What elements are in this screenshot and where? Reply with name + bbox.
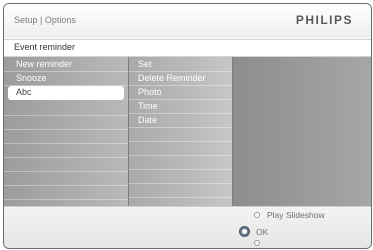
ok-button-icon[interactable] (239, 226, 250, 237)
menu-empty-row (4, 116, 128, 130)
menu-empty-row (129, 128, 232, 142)
menu-item-label: Snooze (16, 73, 47, 83)
down-control-icon (254, 240, 260, 246)
menu-item-label: Photo (138, 87, 162, 97)
menu-empty-row (4, 158, 128, 172)
menu-item-snooze[interactable]: Snooze (4, 72, 128, 86)
menu-item-label: Date (138, 115, 158, 125)
menu-item-new-reminder[interactable]: New reminder (4, 58, 128, 72)
menu-empty-row (4, 130, 128, 144)
menu-empty-row (129, 156, 232, 170)
menu-empty-row (129, 170, 232, 184)
menu-item-label: Time (138, 101, 158, 111)
menu-item-label: Delete Reminder (138, 73, 206, 83)
menu-item-abc[interactable]: Abc (8, 86, 124, 100)
play-slideshow-hint: Play Slideshow (267, 210, 325, 220)
up-control-icon (254, 212, 260, 218)
menu-item-label: New reminder (16, 59, 73, 69)
menu-item-photo[interactable]: Photo (129, 86, 232, 100)
menu-item-delete-reminder[interactable]: Delete Reminder (129, 72, 232, 86)
ok-hint: OK (256, 227, 269, 237)
breadcrumb: Setup | Options (14, 15, 76, 25)
menu-empty-row (4, 102, 128, 116)
menu-item-time[interactable]: Time (129, 100, 232, 114)
menu-title: Event reminder (14, 42, 76, 52)
menu-empty-row (4, 186, 128, 200)
menu-column-2: Set Delete Reminder Photo Time Date (128, 57, 233, 206)
header-bar: Setup | Options PHILIPS (4, 4, 371, 38)
control-hints-bar: Play Slideshow OK (4, 206, 371, 248)
brand-logo: PHILIPS (295, 13, 353, 27)
menu-empty-row (4, 172, 128, 186)
menu-empty-row (129, 142, 232, 156)
menu-item-set[interactable]: Set (129, 58, 232, 72)
menu-empty-row (4, 144, 128, 158)
menu-title-bar: Event reminder (4, 39, 371, 57)
menu-empty-row (129, 184, 232, 198)
menu-item-label: Abc (16, 87, 32, 97)
menu-column-3 (233, 57, 371, 206)
menu-item-date[interactable]: Date (129, 114, 232, 128)
menu-item-label: Set (138, 59, 152, 69)
photo-frame-screen: Setup | Options PHILIPS Event reminder N… (3, 3, 372, 249)
menu-column-1: New reminder Snooze Abc (4, 57, 128, 206)
